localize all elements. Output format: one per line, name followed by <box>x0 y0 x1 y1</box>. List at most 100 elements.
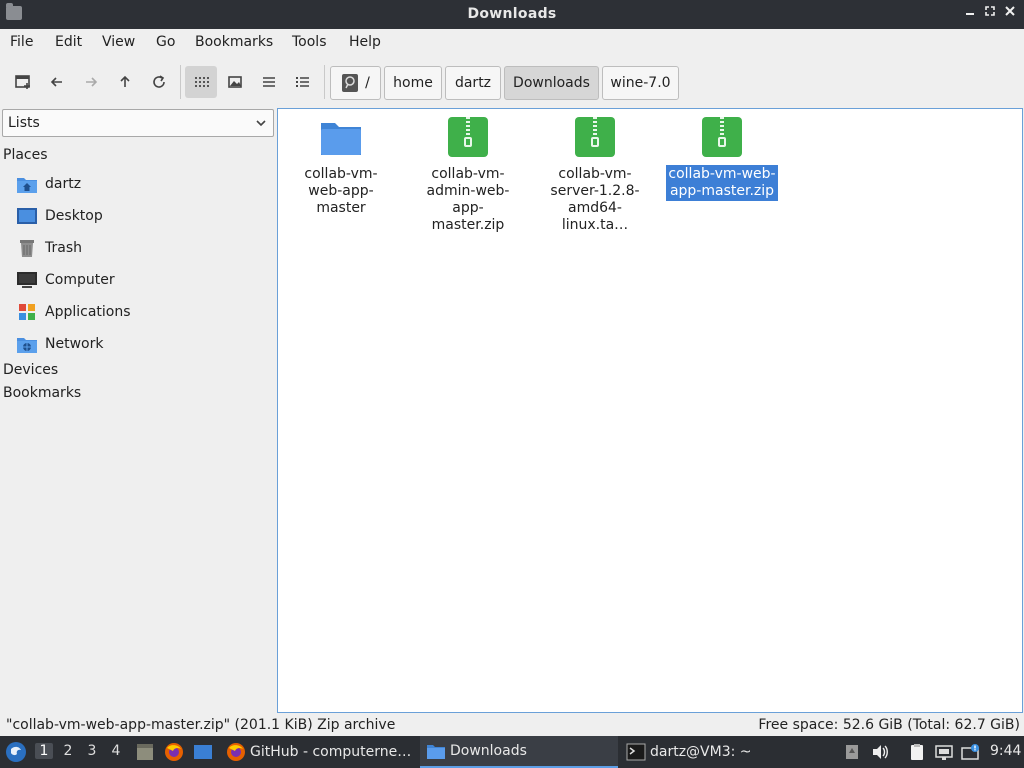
up-button[interactable] <box>109 66 141 98</box>
maximize-icon[interactable] <box>981 5 999 23</box>
workspace-1[interactable]: 1 <box>35 743 53 759</box>
breadcrumb-wine[interactable]: wine-7.0 <box>602 66 679 100</box>
sidebar-item-desktop[interactable]: Desktop <box>16 204 103 228</box>
network-tray-icon[interactable] <box>935 743 953 761</box>
menu-help[interactable]: Help <box>349 34 381 50</box>
arrow-up-icon <box>120 75 130 87</box>
reload-icon <box>153 75 165 88</box>
zip-archive-icon <box>701 117 743 159</box>
firefox-launcher-icon[interactable] <box>164 742 184 762</box>
applications-icon <box>16 302 38 322</box>
file-item-folder[interactable]: collab-vm-web-app-master <box>283 117 399 218</box>
breadcrumb-root[interactable]: / <box>330 66 381 100</box>
sidebar-item-label: Applications <box>45 304 131 320</box>
arrow-left-icon <box>50 77 62 87</box>
menu-bookmarks[interactable]: Bookmarks <box>195 34 273 50</box>
menu-tools[interactable]: Tools <box>292 34 327 50</box>
devices-header[interactable]: Devices <box>3 362 58 378</box>
terminal-icon <box>626 743 646 761</box>
toolbar-separator <box>324 65 325 99</box>
menu-view[interactable]: View <box>102 34 135 50</box>
sidebar-mode-select[interactable]: Lists <box>2 109 274 137</box>
sidebar-item-label: Desktop <box>45 208 103 224</box>
breadcrumb-root-label: / <box>365 75 370 91</box>
compact-view-button[interactable] <box>253 66 285 98</box>
zip-archive-icon <box>574 117 616 159</box>
breadcrumb-downloads[interactable]: Downloads <box>504 66 599 100</box>
task-terminal[interactable]: dartz@VM3: ~ <box>620 736 818 768</box>
sidebar-item-trash[interactable]: Trash <box>16 236 82 260</box>
sidebar-item-label: Computer <box>45 272 115 288</box>
start-menu-icon[interactable] <box>5 741 27 763</box>
clipboard-icon[interactable] <box>908 743 926 761</box>
notification-icon[interactable] <box>844 743 862 761</box>
file-item-zip[interactable]: collab-vm- server-1.2.8- amd64-linux.ta… <box>537 117 653 235</box>
sidebar-item-label: dartz <box>45 176 82 192</box>
places-header[interactable]: Places <box>3 147 48 163</box>
workspace-2[interactable]: 2 <box>59 743 77 759</box>
file-name: collab-vm-web- app-master.zip <box>666 165 778 201</box>
sidebar-item-applications[interactable]: Applications <box>16 300 131 324</box>
bookmarks-header[interactable]: Bookmarks <box>3 385 81 401</box>
minimize-icon[interactable] <box>961 5 979 23</box>
task-label: dartz@VM3: ~ <box>650 744 752 760</box>
back-button[interactable] <box>41 66 73 98</box>
volume-icon[interactable] <box>871 743 889 761</box>
file-item-zip-selected[interactable]: collab-vm-web- app-master.zip <box>664 117 780 201</box>
status-selection-info: "collab-vm-web-app-master.zip" (201.1 Ki… <box>6 717 396 733</box>
update-notifier-icon[interactable] <box>961 743 979 761</box>
taskbar: 1 2 3 4 GitHub - computerne… Downloads d… <box>0 736 1024 768</box>
zip-archive-icon <box>447 117 489 159</box>
sidebar-item-network[interactable]: Network <box>16 332 103 356</box>
new-tab-button[interactable] <box>7 66 39 98</box>
window-title: Downloads <box>467 6 557 22</box>
task-label: GitHub - computerne… <box>250 744 412 760</box>
trash-icon <box>16 238 38 258</box>
computer-icon <box>16 270 38 290</box>
file-item-zip[interactable]: collab-vm- admin-web-app- master.zip <box>410 117 526 235</box>
breadcrumb-dartz[interactable]: dartz <box>445 66 501 100</box>
toolbar: / home dartz Downloads wine-7.0 <box>0 57 1024 107</box>
sidebar-item-label: Network <box>45 336 104 352</box>
sidebar-mode-value: Lists <box>8 115 40 131</box>
list-icon <box>263 77 275 87</box>
sidebar-item-label: Trash <box>45 240 82 256</box>
thumbnail-view-button[interactable] <box>219 66 251 98</box>
file-name: collab-vm- server-1.2.8- amd64-linux.ta… <box>550 166 640 233</box>
task-label: Downloads <box>450 743 527 759</box>
icon-view-button[interactable] <box>185 66 217 98</box>
arrow-right-icon <box>86 77 98 87</box>
sidebar-item-dartz[interactable]: dartz <box>16 172 81 196</box>
drive-icon <box>342 74 359 92</box>
detailed-view-button[interactable] <box>287 66 319 98</box>
menu-file[interactable]: File <box>10 34 33 50</box>
file-name: collab-vm- admin-web-app- master.zip <box>426 166 510 233</box>
file-view[interactable]: collab-vm-web-app-master collab-vm- admi… <box>277 108 1023 713</box>
close-icon[interactable] <box>1001 5 1019 23</box>
network-icon <box>16 334 38 354</box>
menu-edit[interactable]: Edit <box>55 34 82 50</box>
status-bar: "collab-vm-web-app-master.zip" (201.1 Ki… <box>0 714 1024 736</box>
folder-icon <box>320 117 362 159</box>
file-name: collab-vm-web-app-master <box>304 166 378 216</box>
menu-go[interactable]: Go <box>156 34 175 50</box>
status-free-space: Free space: 52.6 GiB (Total: 62.7 GiB) <box>758 717 1020 733</box>
desktop-launcher-icon[interactable] <box>193 742 213 762</box>
firefox-icon <box>227 743 245 761</box>
forward-button[interactable] <box>75 66 107 98</box>
breadcrumb-home[interactable]: home <box>384 66 442 100</box>
task-downloads[interactable]: Downloads <box>420 736 618 768</box>
menu-bar: File Edit View Go Bookmarks Tools Help <box>0 29 1024 57</box>
sidebar-item-computer[interactable]: Computer <box>16 268 115 292</box>
title-bar: Downloads <box>0 0 1024 29</box>
clock[interactable]: 9:44 <box>990 743 1021 759</box>
grid-icon <box>195 77 209 87</box>
file-manager-launcher-icon[interactable] <box>135 742 155 762</box>
home-folder-icon <box>16 174 38 194</box>
workspace-4[interactable]: 4 <box>107 743 125 759</box>
chevron-down-icon <box>256 120 266 127</box>
folder-icon <box>427 745 445 759</box>
task-github-firefox[interactable]: GitHub - computerne… <box>220 736 418 768</box>
workspace-3[interactable]: 3 <box>83 743 101 759</box>
reload-button[interactable] <box>143 66 175 98</box>
